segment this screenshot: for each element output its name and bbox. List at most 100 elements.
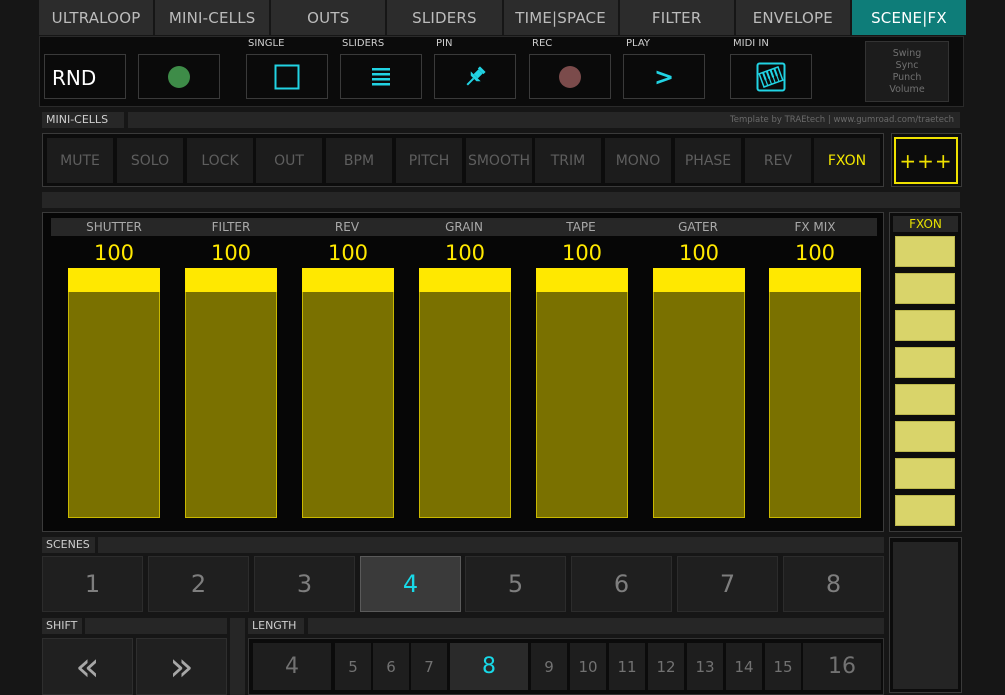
pin-label: PIN: [436, 38, 453, 49]
fader-label-gater: GATER: [643, 218, 753, 236]
fader-cap[interactable]: [536, 268, 628, 292]
fader-cap[interactable]: [769, 268, 861, 292]
fader-filter[interactable]: [185, 268, 277, 518]
play-label: PLAY: [626, 38, 651, 49]
scene-8-button[interactable]: 8: [783, 556, 884, 612]
length-15-button[interactable]: 15: [765, 643, 801, 690]
scene-3-button[interactable]: 3: [254, 556, 355, 612]
tab-scene-fx[interactable]: SCENE|FX: [851, 0, 966, 35]
cell-solo[interactable]: SOLO: [117, 138, 183, 183]
cell-fxon[interactable]: FXON: [814, 138, 880, 183]
cell-mono[interactable]: MONO: [605, 138, 671, 183]
fx-pad-3[interactable]: [895, 310, 955, 341]
play-icon: >: [653, 62, 675, 91]
cell-pitch[interactable]: PITCH: [396, 138, 462, 183]
fader-cap[interactable]: [302, 268, 394, 292]
fader-cap[interactable]: [419, 268, 511, 292]
fader-shutter[interactable]: [68, 268, 160, 518]
fx-pad-8[interactable]: [895, 495, 955, 526]
length-7-button[interactable]: 7: [411, 643, 447, 690]
length-row: 4 5 6 7 8 9 10 11 12 13 14 15 16: [248, 638, 884, 695]
tab-sliders[interactable]: SLIDERS: [387, 0, 502, 35]
tab-envelope[interactable]: ENVELOPE: [735, 0, 850, 35]
fader-tape[interactable]: [536, 268, 628, 518]
scene-2-button[interactable]: 2: [148, 556, 249, 612]
cell-bpm[interactable]: BPM: [326, 138, 392, 183]
scene-7-button[interactable]: 7: [677, 556, 778, 612]
fx-pad-1[interactable]: [895, 236, 955, 267]
fader-gater[interactable]: [653, 268, 745, 518]
tab-mini-cells[interactable]: MINI-CELLS: [155, 0, 270, 35]
rec-label: REC: [532, 38, 553, 49]
piano-keyboard-icon: [756, 62, 786, 91]
green-dot-button[interactable]: [138, 54, 220, 99]
scene-5-button[interactable]: 5: [465, 556, 566, 612]
length-14-button[interactable]: 14: [726, 643, 762, 690]
midi-in-button[interactable]: [730, 54, 812, 99]
scenes-section-label: SCENES: [42, 537, 95, 553]
length-12-button[interactable]: 12: [648, 643, 684, 690]
scene-6-button[interactable]: 6: [571, 556, 672, 612]
shift-right-button[interactable]: »: [136, 638, 227, 695]
tab-filter[interactable]: FILTER: [619, 0, 734, 35]
fx-pad-6[interactable]: [895, 421, 955, 452]
fx-pad-2[interactable]: [895, 273, 955, 304]
scenes-row: 1 2 3 4 5 6 7 8: [42, 556, 884, 612]
fader-cap[interactable]: [653, 268, 745, 292]
scene-4-button[interactable]: 4: [360, 556, 461, 612]
swing-sync-punch-volume-button[interactable]: Swing Sync Punch Volume: [865, 41, 949, 102]
fx-pad-4[interactable]: [895, 347, 955, 378]
fader-rev[interactable]: [302, 268, 394, 518]
right-side-pad[interactable]: [893, 542, 958, 689]
play-button[interactable]: >: [623, 54, 705, 99]
length-6-button[interactable]: 6: [373, 643, 409, 690]
tab-ultraloop[interactable]: ULTRALOOP: [39, 0, 154, 35]
tab-time-space[interactable]: TIME|SPACE: [503, 0, 618, 35]
cell-lock[interactable]: LOCK: [187, 138, 253, 183]
fader-grain[interactable]: [419, 268, 511, 518]
length-section-label: LENGTH: [248, 618, 304, 634]
info-sync: Sync: [895, 59, 919, 71]
bars-icon: [372, 67, 390, 85]
mini-cells-section-label: MINI-CELLS: [42, 112, 124, 128]
fx-fader-panel: SHUTTER FILTER REV GRAIN TAPE GATER FX M…: [42, 212, 884, 532]
section-divider-bar: [42, 192, 960, 208]
green-circle-icon: [168, 65, 190, 88]
cell-phase[interactable]: PHASE: [675, 138, 741, 183]
fader-cap[interactable]: [68, 268, 160, 292]
length-13-button[interactable]: 13: [687, 643, 723, 690]
single-label: SINGLE: [248, 38, 285, 49]
shift-left-button[interactable]: «: [42, 638, 133, 695]
cell-out[interactable]: OUT: [256, 138, 322, 183]
length-16-button[interactable]: 16: [803, 643, 881, 690]
fader-cap[interactable]: [185, 268, 277, 292]
length-5-button[interactable]: 5: [335, 643, 371, 690]
record-circle-icon: [559, 65, 581, 88]
scene-1-button[interactable]: 1: [42, 556, 143, 612]
length-9-button[interactable]: 9: [531, 643, 567, 690]
pushpin-icon: [466, 65, 486, 85]
fader-value-fx-mix: 100: [794, 241, 836, 265]
fx-pad-5[interactable]: [895, 384, 955, 415]
pin-button[interactable]: [434, 54, 516, 99]
fx-pad-7[interactable]: [895, 458, 955, 489]
length-8-button[interactable]: 8: [450, 643, 528, 690]
length-10-button[interactable]: 10: [570, 643, 606, 690]
fader-label-grain: GRAIN: [409, 218, 519, 236]
rnd-button[interactable]: RND: [44, 54, 126, 99]
info-volume: Volume: [889, 83, 925, 95]
cell-trim[interactable]: TRIM: [535, 138, 601, 183]
sliders-button[interactable]: [340, 54, 422, 99]
cell-smooth[interactable]: SMOOTH: [466, 138, 532, 183]
length-11-button[interactable]: 11: [609, 643, 645, 690]
tab-outs[interactable]: OUTS: [271, 0, 386, 35]
cell-rev[interactable]: REV: [745, 138, 811, 183]
fxon-panel-title: FXON: [893, 216, 958, 232]
rec-button[interactable]: [529, 54, 611, 99]
fader-fx-mix[interactable]: [769, 268, 861, 518]
cell-mute[interactable]: MUTE: [47, 138, 113, 183]
single-button[interactable]: [246, 54, 328, 99]
plus-plus-plus-button[interactable]: +++: [894, 137, 958, 184]
shift-length-separator: [230, 618, 245, 695]
length-4-button[interactable]: 4: [253, 643, 331, 690]
